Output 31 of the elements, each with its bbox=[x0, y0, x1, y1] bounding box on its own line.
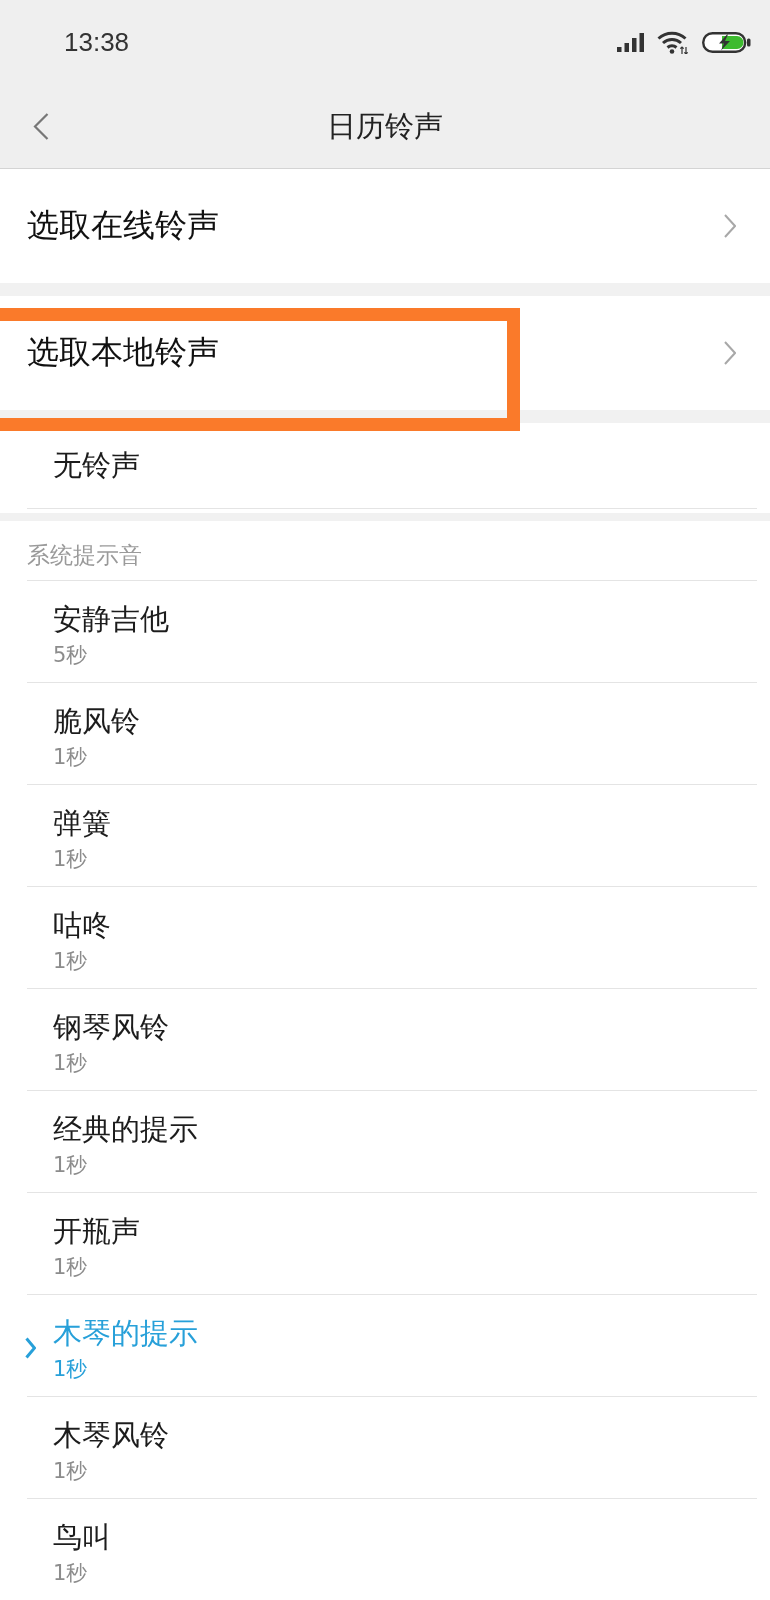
ringtone-name: 脆风铃 bbox=[53, 704, 140, 738]
ringtone-duration: 1秒 bbox=[53, 1152, 88, 1179]
ringtone-duration: 1秒 bbox=[53, 1458, 88, 1485]
wifi-icon bbox=[657, 31, 689, 54]
ringtone-duration: 1秒 bbox=[53, 744, 88, 771]
ringtone-duration: 1秒 bbox=[53, 948, 88, 975]
ringtone-name: 钢琴风铃 bbox=[53, 1010, 169, 1044]
ringtone-name: 经典的提示 bbox=[53, 1112, 198, 1146]
ringtone-duration: 1秒 bbox=[53, 846, 88, 873]
ringtone-name: 鸟叫 bbox=[53, 1520, 111, 1554]
status-time: 13:38 bbox=[64, 27, 130, 58]
signal-icon bbox=[617, 33, 644, 52]
back-button[interactable] bbox=[33, 113, 49, 140]
screen-title: 日历铃声 bbox=[327, 107, 443, 145]
battery-charging-icon bbox=[702, 32, 751, 53]
ringtone-duration: 1秒 bbox=[53, 1356, 88, 1383]
ringtone-duration: 1秒 bbox=[53, 1050, 88, 1077]
chevron-right-icon bbox=[724, 341, 736, 365]
ringtone-name: 弹簧 bbox=[53, 806, 111, 840]
ringtone-name: 木琴风铃 bbox=[53, 1418, 169, 1452]
ringtone-name: 木琴的提示 bbox=[53, 1316, 198, 1350]
ringtone-duration: 5秒 bbox=[53, 642, 88, 669]
section-header: 系统提示音 bbox=[26, 541, 143, 570]
ringtone-name: 安静吉他 bbox=[53, 602, 169, 636]
chevron-right-icon bbox=[724, 214, 736, 238]
back-icon bbox=[33, 113, 49, 140]
chevron-right-icon bbox=[25, 1337, 36, 1359]
ringtone-name: 开瓶声 bbox=[53, 1214, 140, 1248]
ringtone-duration: 1秒 bbox=[53, 1254, 88, 1281]
ringtone-name: 咕咚 bbox=[53, 908, 111, 942]
ringtone-duration: 1秒 bbox=[53, 1560, 88, 1587]
